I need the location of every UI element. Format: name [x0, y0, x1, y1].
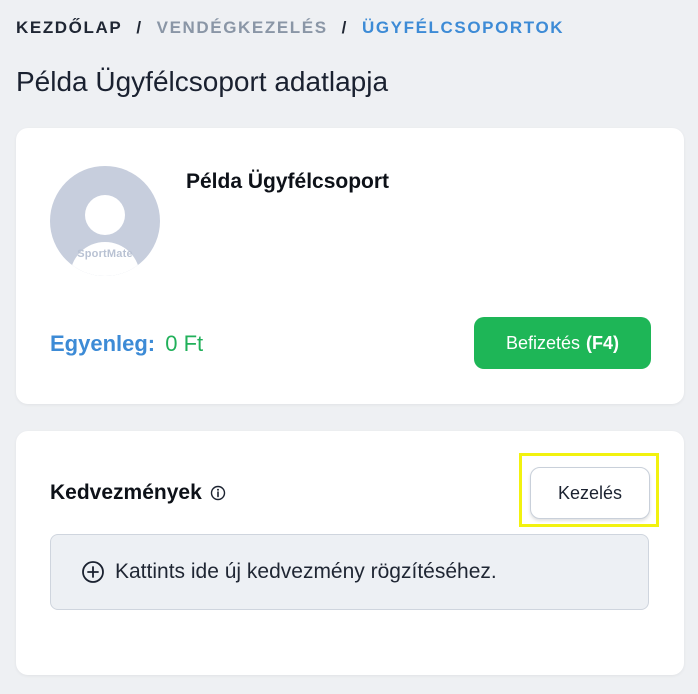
- payment-button-label: Befizetés: [505, 332, 581, 353]
- balance-label: Egyenleg:: [50, 331, 156, 356]
- discounts-card: Kedvezmények Kezelés Kattints ide új ked…: [16, 431, 684, 675]
- plus-circle-icon: [82, 561, 104, 583]
- balance: Egyenleg: 0 Ft: [50, 331, 203, 357]
- add-discount-text: Kattints ide új kedvezmény rögzítéséhez.: [115, 560, 497, 583]
- add-discount-area[interactable]: Kattints ide új kedvezmény rögzítéséhez.: [50, 534, 649, 610]
- customer-group-name: Példa Ügyfélcsoport: [186, 170, 390, 193]
- manage-button[interactable]: Kezelés: [530, 467, 650, 519]
- payment-button-shortcut: (F4): [586, 332, 620, 353]
- page-title: Példa Ügyfélcsoport adatlapja: [16, 66, 389, 97]
- discounts-title: Kedvezmények: [50, 481, 202, 504]
- discounts-section-title: Kedvezmények: [50, 481, 226, 505]
- breadcrumb-item-customer-groups[interactable]: ÜGYFÉLCSOPORTOK: [362, 18, 564, 38]
- breadcrumb-item-guest-management[interactable]: VENDÉGKEZELÉS: [157, 18, 328, 38]
- profile-card: SportMate Példa Ügyfélcsoport Egyenleg: …: [16, 128, 684, 404]
- breadcrumb-separator: /: [341, 18, 348, 37]
- avatar: SportMate: [50, 166, 160, 276]
- payment-button[interactable]: Befizetés (F4): [474, 317, 651, 369]
- sportmate-logo: SportMate: [77, 248, 133, 260]
- breadcrumb-item-home[interactable]: KEZDŐLAP: [16, 18, 122, 38]
- avatar-head-shape: [85, 195, 125, 235]
- breadcrumb-separator: /: [136, 18, 143, 37]
- info-circle-icon[interactable]: [210, 485, 226, 501]
- breadcrumb: KEZDŐLAP / VENDÉGKEZELÉS / ÜGYFÉLCSOPORT…: [16, 18, 564, 38]
- balance-value: 0 Ft: [165, 331, 204, 356]
